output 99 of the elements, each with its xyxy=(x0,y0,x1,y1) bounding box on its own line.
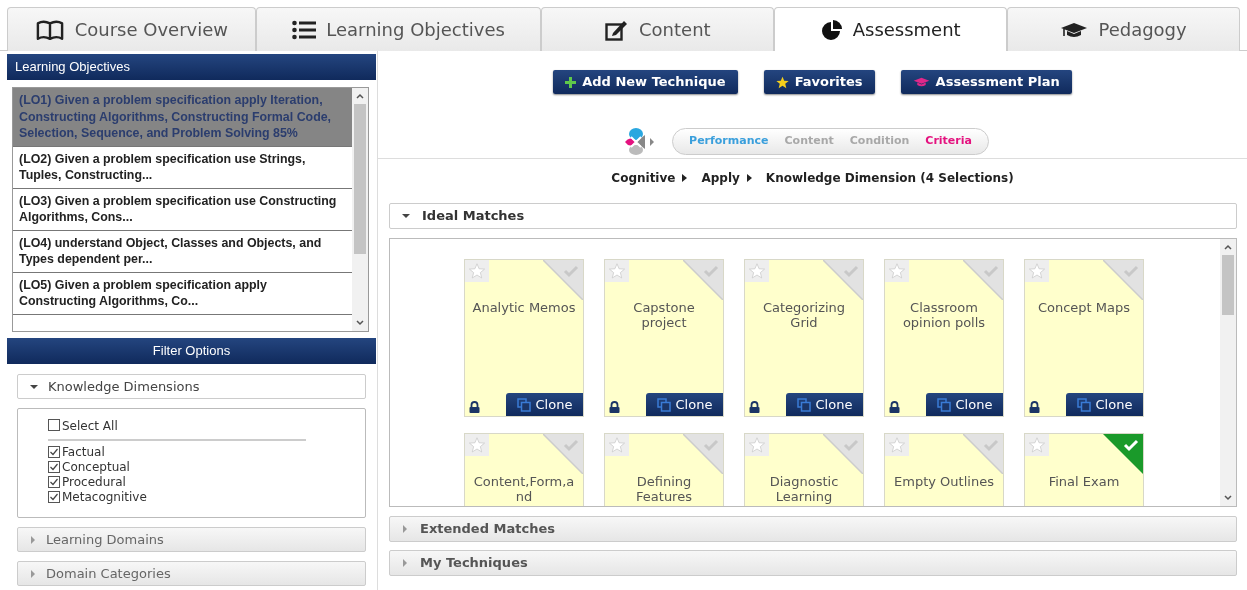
accordion-header[interactable]: Knowledge Dimensions xyxy=(17,374,366,399)
pie-chart-icon xyxy=(820,18,843,41)
edit-icon xyxy=(605,18,629,41)
technique-card[interactable]: Defining Features xyxy=(604,433,724,506)
accordion-header[interactable]: Ideal Matches xyxy=(389,203,1237,229)
technique-name: Content,Form,and xyxy=(472,474,576,504)
technique-name: Defining Features xyxy=(635,474,693,504)
breadcrumb-item[interactable]: Knowledge Dimension (4 Selections) xyxy=(765,169,1014,187)
technique-card[interactable]: Concept Maps Clone xyxy=(1024,259,1144,417)
clone-button[interactable]: Clone xyxy=(506,393,583,416)
star-icon xyxy=(889,437,905,453)
star-icon xyxy=(609,437,625,453)
copy-icon xyxy=(656,397,671,412)
accordion-label: Ideal Matches xyxy=(422,207,525,226)
star-icon xyxy=(775,75,789,89)
technique-card[interactable]: Categorizing Grid Clone xyxy=(744,259,864,417)
graduation-cap-icon xyxy=(912,76,930,88)
scroll-thumb[interactable] xyxy=(1222,255,1234,315)
caret-right-icon xyxy=(30,569,36,578)
breadcrumb-item[interactable]: Apply xyxy=(701,169,740,187)
technique-name: Concept Maps xyxy=(1036,300,1132,315)
scroll-down-icon[interactable] xyxy=(1223,493,1233,503)
star-icon xyxy=(1029,437,1045,453)
panel-header: Filter Options xyxy=(7,338,376,364)
tab[interactable]: Course Overview xyxy=(7,7,256,51)
technique-card[interactable]: Diagnostic Learning xyxy=(744,433,864,506)
accordion-header[interactable]: My Techniques xyxy=(389,550,1237,576)
copy-icon xyxy=(796,397,811,412)
checkbox-label: Conceptual xyxy=(62,460,130,474)
copy-icon xyxy=(936,397,951,412)
technique-card[interactable]: Analytic Memos Clone xyxy=(464,259,584,417)
scrollbar[interactable] xyxy=(1220,239,1236,506)
accordion-header[interactable]: Learning Domains xyxy=(17,527,366,552)
toolbar-button[interactable]: Add New Technique xyxy=(553,70,738,94)
accordion-header[interactable]: Domain Categories xyxy=(17,561,366,586)
checkbox[interactable] xyxy=(48,446,60,458)
scroll-up-icon[interactable] xyxy=(355,91,365,101)
accordion-label: Knowledge Dimensions xyxy=(48,377,200,396)
toolbar-button[interactable]: Favorites xyxy=(763,70,875,94)
clone-button[interactable]: Clone xyxy=(786,393,863,416)
copy-icon xyxy=(1076,397,1091,412)
caret-down-icon xyxy=(402,213,410,219)
star-icon xyxy=(1029,263,1045,279)
clone-button[interactable]: Clone xyxy=(1066,393,1143,416)
clone-button[interactable]: Clone xyxy=(926,393,1003,416)
technique-card[interactable]: Content,Form,and xyxy=(464,433,584,506)
tab[interactable]: Assessment xyxy=(774,7,1008,51)
list-icon xyxy=(292,19,317,40)
technique-name: Empty Outlines xyxy=(893,474,995,489)
technique-card[interactable]: Capstone project Clone xyxy=(604,259,724,417)
toolbar-button[interactable]: Assessment Plan xyxy=(900,70,1072,94)
checkbox[interactable] xyxy=(48,491,60,503)
step-label[interactable]: Criteria xyxy=(925,133,972,150)
caret-right-icon xyxy=(402,525,408,533)
star-icon xyxy=(749,437,765,453)
book-icon xyxy=(34,18,65,41)
star-icon xyxy=(749,263,765,279)
star-icon xyxy=(469,263,485,279)
technique-name: Classroom opinion polls xyxy=(901,300,987,330)
technique-card[interactable]: Final Exam xyxy=(1024,433,1144,506)
panel-header: Learning Objectives xyxy=(7,54,376,80)
technique-name: Categorizing Grid xyxy=(761,300,847,330)
tab[interactable]: Learning Objectives xyxy=(255,7,542,51)
clone-button[interactable]: Clone xyxy=(646,393,723,416)
caret-right-icon xyxy=(746,174,752,182)
checkbox[interactable] xyxy=(48,476,60,488)
star-icon xyxy=(609,263,625,279)
technique-card[interactable]: Classroom opinion polls Clone xyxy=(884,259,1004,417)
checkbox[interactable] xyxy=(48,461,60,473)
accordion-label: Extended Matches xyxy=(420,520,555,539)
caret-down-icon xyxy=(30,383,38,390)
breadcrumb-item[interactable]: Cognitive xyxy=(611,169,676,187)
checkbox-label: Select All xyxy=(62,419,118,433)
checkbox-label: Procedural xyxy=(62,475,126,489)
technique-card[interactable]: Empty Outlines xyxy=(884,433,1004,506)
star-icon xyxy=(889,263,905,279)
accordion-label: Domain Categories xyxy=(46,564,171,583)
star-icon xyxy=(469,437,485,453)
scroll-down-icon[interactable] xyxy=(355,318,365,328)
scroll-up-icon[interactable] xyxy=(1223,242,1233,252)
scrollbar[interactable] xyxy=(352,88,368,331)
accordion-header[interactable]: Extended Matches xyxy=(389,516,1237,542)
checkbox[interactable] xyxy=(48,419,60,431)
copy-icon xyxy=(516,397,531,412)
tab[interactable]: Pedagogy xyxy=(1007,7,1240,51)
accordion-label: My Techniques xyxy=(420,554,528,573)
technique-name: Capstone project xyxy=(632,300,696,330)
technique-name: Final Exam xyxy=(1047,474,1121,489)
plus-icon xyxy=(565,76,577,88)
caret-right-icon xyxy=(30,535,36,544)
technique-name: Diagnostic Learning xyxy=(768,474,840,504)
accordion-label: Learning Domains xyxy=(46,530,164,549)
checkbox-label: Metacognitive xyxy=(62,490,147,504)
tab[interactable]: Content xyxy=(541,7,775,51)
caret-right-icon xyxy=(402,559,408,567)
technique-name: Analytic Memos xyxy=(471,300,577,315)
checkbox-label: Factual xyxy=(62,445,105,459)
caret-right-icon xyxy=(682,174,688,182)
scroll-thumb[interactable] xyxy=(354,104,366,254)
